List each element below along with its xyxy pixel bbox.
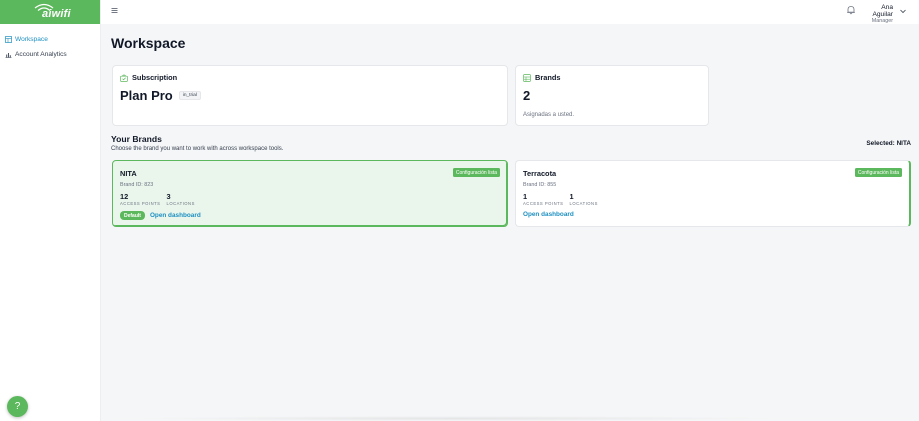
- page-title: Workspace: [111, 35, 186, 51]
- brand-actions: Open dashboard: [523, 211, 574, 218]
- selected-brand-label: Selected: NITA: [866, 140, 911, 147]
- access-points-count: 12: [120, 192, 129, 201]
- subscription-icon: [120, 73, 128, 82]
- sidebar: aiwifi Workspace Account Analytics ?: [0, 0, 101, 421]
- sidebar-nav: Workspace Account Analytics: [0, 32, 100, 61]
- help-button[interactable]: ?: [7, 396, 28, 417]
- your-brands-title: Your Brands: [111, 134, 162, 144]
- access-points-label: ACCESS POINTS: [120, 201, 161, 206]
- your-brands-subtitle: Choose the brand you want to work with a…: [111, 146, 284, 152]
- subscription-heading-text: Subscription: [132, 73, 178, 82]
- brands-icon: [523, 73, 531, 82]
- locations-label: LOCATIONS: [166, 201, 195, 206]
- brand-card-terracota[interactable]: Terracota Configuración lista Brand ID: …: [515, 160, 911, 227]
- sidebar-item-workspace[interactable]: Workspace: [0, 32, 100, 46]
- user-menu[interactable]: Ana Aguilar Manager: [861, 4, 893, 24]
- brand-stats: 1 ACCESS POINTS 1 LOCATIONS: [523, 192, 604, 206]
- subscription-heading: Subscription: [120, 73, 177, 82]
- user-name: Ana Aguilar: [872, 4, 893, 18]
- locations-count: 3: [166, 192, 171, 201]
- locations-label: LOCATIONS: [569, 201, 598, 206]
- brands-heading-text: Brands: [535, 73, 561, 82]
- brands-heading: Brands: [523, 73, 560, 82]
- plan-status-badge: in_trial: [178, 91, 201, 100]
- brands-summary-card: Brands 2 Asignadas a usted.: [515, 65, 709, 126]
- workspace-icon: [5, 35, 12, 43]
- locations-stat: 1 LOCATIONS: [569, 192, 597, 206]
- brand-id: Brand ID: 823: [120, 182, 154, 188]
- access-points-stat: 12 ACCESS POINTS: [120, 192, 160, 206]
- brand-count: 2: [523, 88, 531, 103]
- brand-name: NITA: [120, 169, 137, 178]
- open-dashboard-link[interactable]: Open dashboard: [150, 212, 201, 219]
- plan-row: Plan Pro in_trial: [120, 88, 201, 103]
- logo[interactable]: aiwifi: [0, 0, 100, 24]
- bottom-shadow: [130, 416, 780, 421]
- default-badge: Default: [120, 211, 145, 220]
- access-points-count: 1: [523, 192, 528, 201]
- menu-toggle-icon[interactable]: [111, 7, 118, 14]
- brand-stats: 12 ACCESS POINTS 3 LOCATIONS: [120, 192, 201, 206]
- access-points-stat: 1 ACCESS POINTS: [523, 192, 563, 206]
- sidebar-item-label: Workspace: [15, 35, 48, 43]
- access-points-label: ACCESS POINTS: [523, 201, 564, 206]
- locations-stat: 3 LOCATIONS: [166, 192, 194, 206]
- topbar: Ana Aguilar Manager: [101, 0, 919, 24]
- sidebar-item-account-analytics[interactable]: Account Analytics: [0, 47, 100, 61]
- config-status-badge: Configuración lista: [854, 168, 902, 177]
- brand-actions: Default Open dashboard: [120, 211, 201, 220]
- brand-id: Brand ID: 855: [523, 182, 557, 188]
- brand-card-nita[interactable]: NITA Configuración lista Brand ID: 823 1…: [112, 160, 508, 227]
- config-status-badge: Configuración lista: [452, 168, 500, 177]
- subscription-card: Subscription Plan Pro in_trial: [112, 65, 508, 126]
- main-content: Workspace Subscription Plan Pro in_trial…: [101, 24, 919, 421]
- analytics-icon: [5, 51, 12, 58]
- chevron-down-icon[interactable]: [899, 7, 907, 15]
- brands-subtext: Asignadas a usted.: [523, 112, 575, 118]
- brand-name: Terracota: [523, 169, 557, 178]
- locations-count: 1: [569, 192, 574, 201]
- open-dashboard-link[interactable]: Open dashboard: [523, 211, 574, 218]
- sidebar-item-label: Account Analytics: [15, 50, 67, 58]
- notification-bell-icon[interactable]: [846, 5, 856, 15]
- plan-name: Plan Pro: [120, 88, 173, 103]
- logo-text: aiwifi: [42, 8, 71, 20]
